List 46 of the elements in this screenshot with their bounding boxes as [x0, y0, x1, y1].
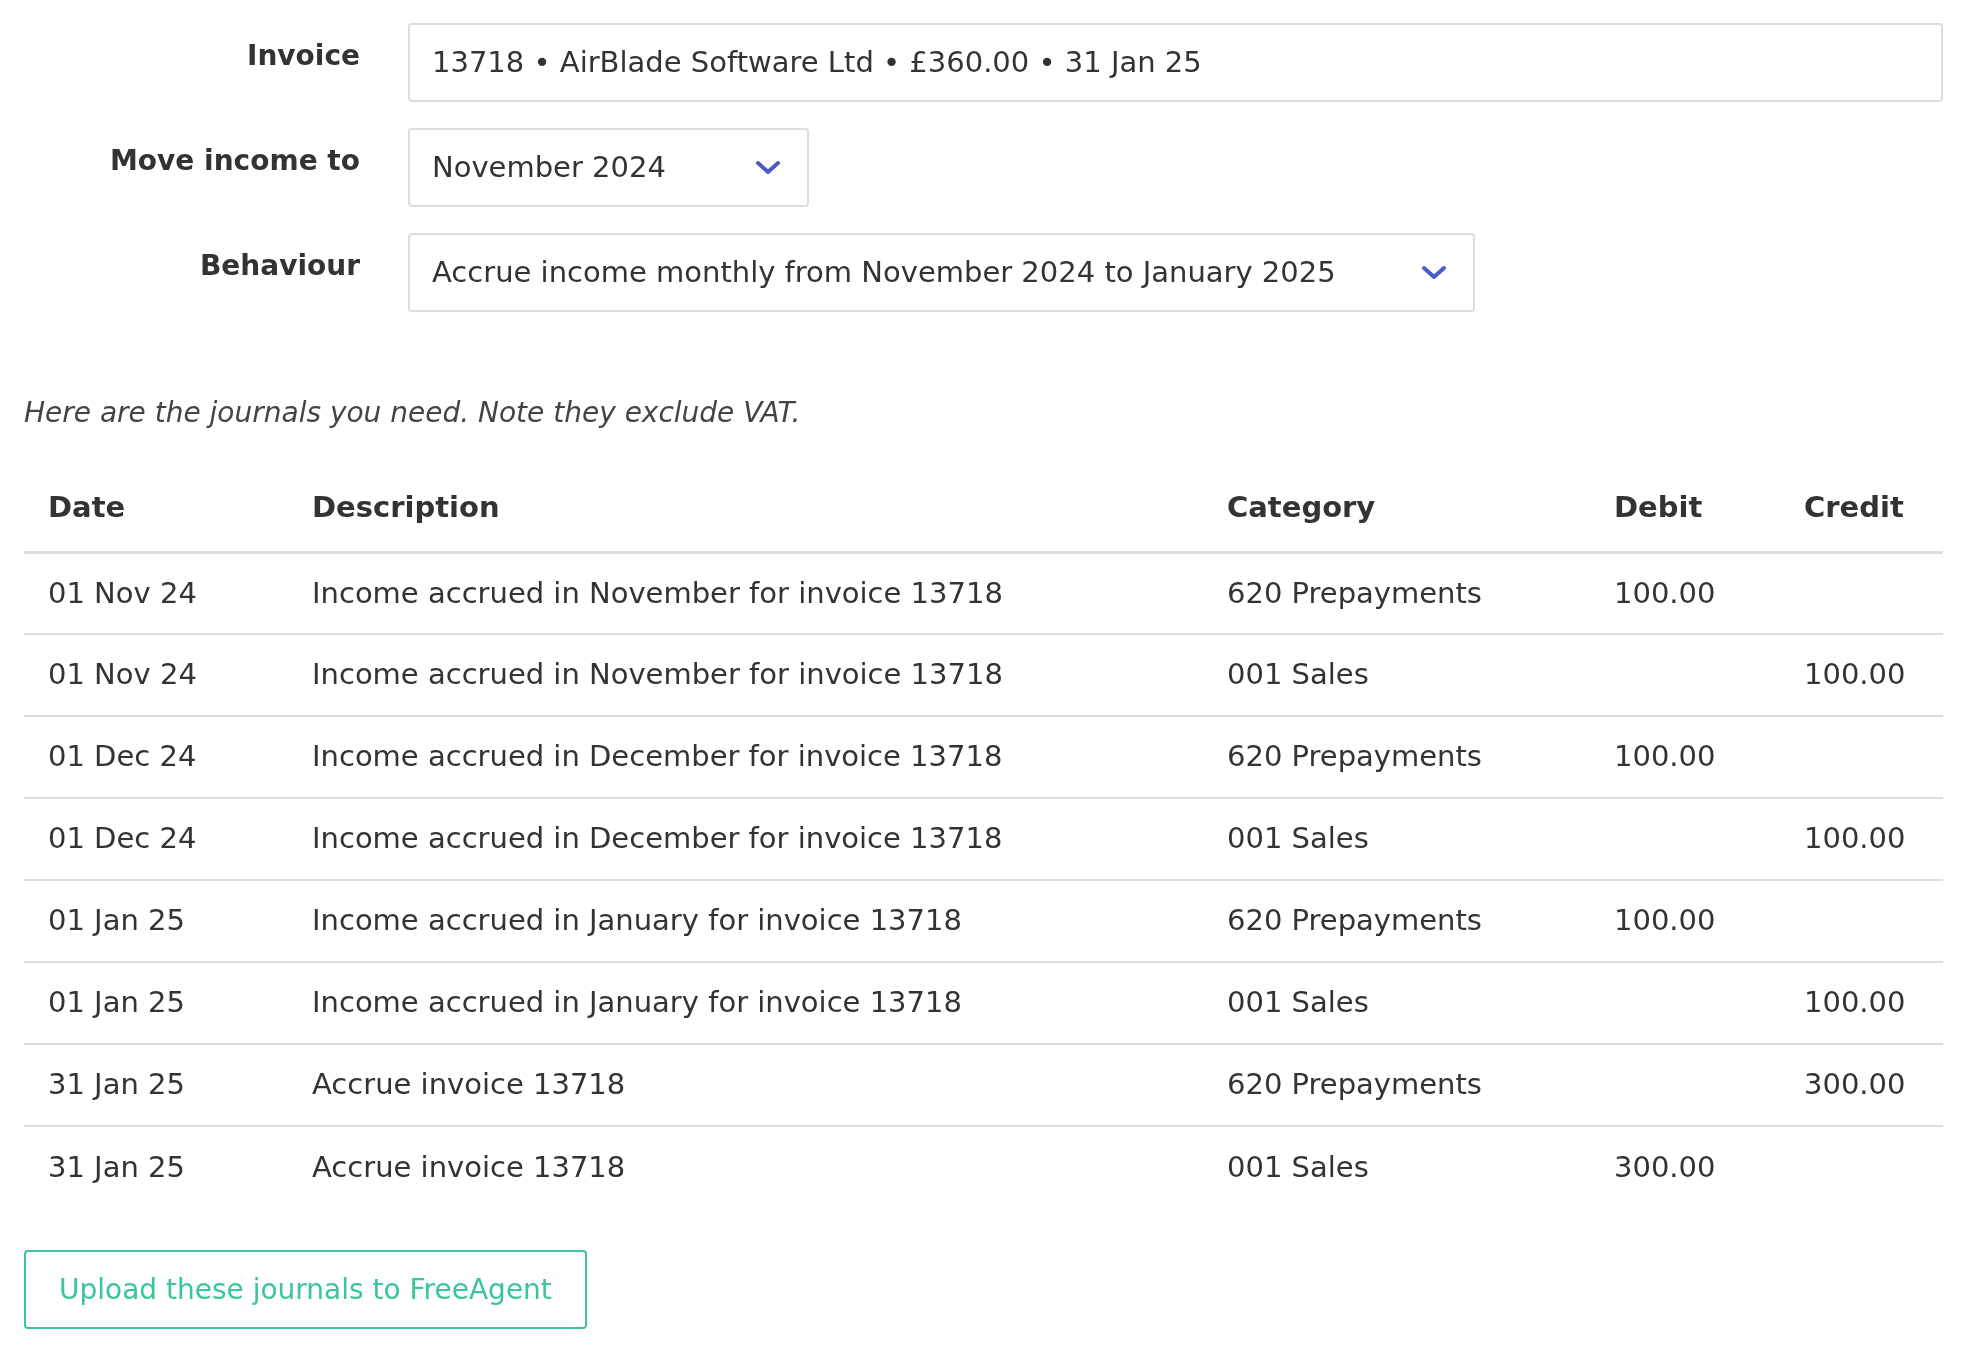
table-cell: 001 Sales — [1203, 1126, 1590, 1208]
table-cell: 300.00 — [1780, 1044, 1943, 1126]
table-cell: 620 Prepayments — [1203, 552, 1590, 634]
table-cell: 620 Prepayments — [1203, 1044, 1590, 1126]
journals-note: Here are the journals you need. Note they exclude VAT. — [24, 395, 802, 431]
table-cell: 01 Dec 24 — [24, 798, 288, 880]
dropdown[interactable]: Accrue income monthly from November 2024 to January 2025 — [408, 233, 1475, 312]
field-label: Move income to — [109, 143, 360, 179]
field-label: Behaviour — [199, 248, 360, 284]
table-cell: Income accrued in November for invoice 13718 — [288, 552, 1203, 634]
table-cell: Income accrued in January for invoice 13718 — [288, 880, 1203, 962]
table-cell: 620 Prepayments — [1203, 880, 1590, 962]
dropdown[interactable]: November 2024 — [408, 128, 809, 207]
table-cell: Income accrued in December for invoice 13718 — [288, 716, 1203, 798]
column-header: Debit — [1590, 472, 1780, 552]
table-cell: Income accrued in December for invoice 13718 — [288, 798, 1203, 880]
table-cell: 620 Prepayments — [1203, 716, 1590, 798]
table-cell: 01 Jan 25 — [24, 880, 288, 962]
table-cell: 01 Nov 24 — [24, 552, 288, 634]
table-cell: 100.00 — [1780, 634, 1943, 716]
field-label: Invoice — [245, 38, 360, 74]
table-cell: Income accrued in January for invoice 13718 — [288, 962, 1203, 1044]
table-cell: 100.00 — [1780, 962, 1943, 1044]
column-header: Description — [288, 472, 1203, 552]
table-cell: Accrue invoice 13718 — [288, 1044, 1203, 1126]
table-cell: Accrue invoice 13718 — [288, 1126, 1203, 1208]
table-cell: 01 Nov 24 — [24, 634, 288, 716]
invoice-field[interactable]: 13718 • AirBlade Software Ltd • £360.00 • 31 Jan 25 — [408, 23, 1943, 102]
table-cell: 100.00 — [1590, 716, 1780, 798]
table-cell: 31 Jan 25 — [24, 1126, 288, 1208]
table-cell: 31 Jan 25 — [24, 1044, 288, 1126]
table-cell: 100.00 — [1590, 880, 1780, 962]
chevron-down-icon — [1421, 264, 1447, 281]
table-cell: 100.00 — [1780, 798, 1943, 880]
table-cell: Income accrued in November for invoice 13718 — [288, 634, 1203, 716]
column-header: Credit — [1780, 472, 1943, 552]
column-header: Date — [24, 472, 288, 552]
table-cell: 01 Dec 24 — [24, 716, 288, 798]
table-cell: 001 Sales — [1203, 962, 1590, 1044]
table-cell: 001 Sales — [1203, 798, 1590, 880]
table-cell: 001 Sales — [1203, 634, 1590, 716]
table-cell: 300.00 — [1590, 1126, 1780, 1208]
table-cell: 100.00 — [1590, 552, 1780, 634]
table-cell: 01 Jan 25 — [24, 962, 288, 1044]
column-header: Category — [1203, 472, 1590, 552]
chevron-down-icon — [755, 159, 781, 176]
